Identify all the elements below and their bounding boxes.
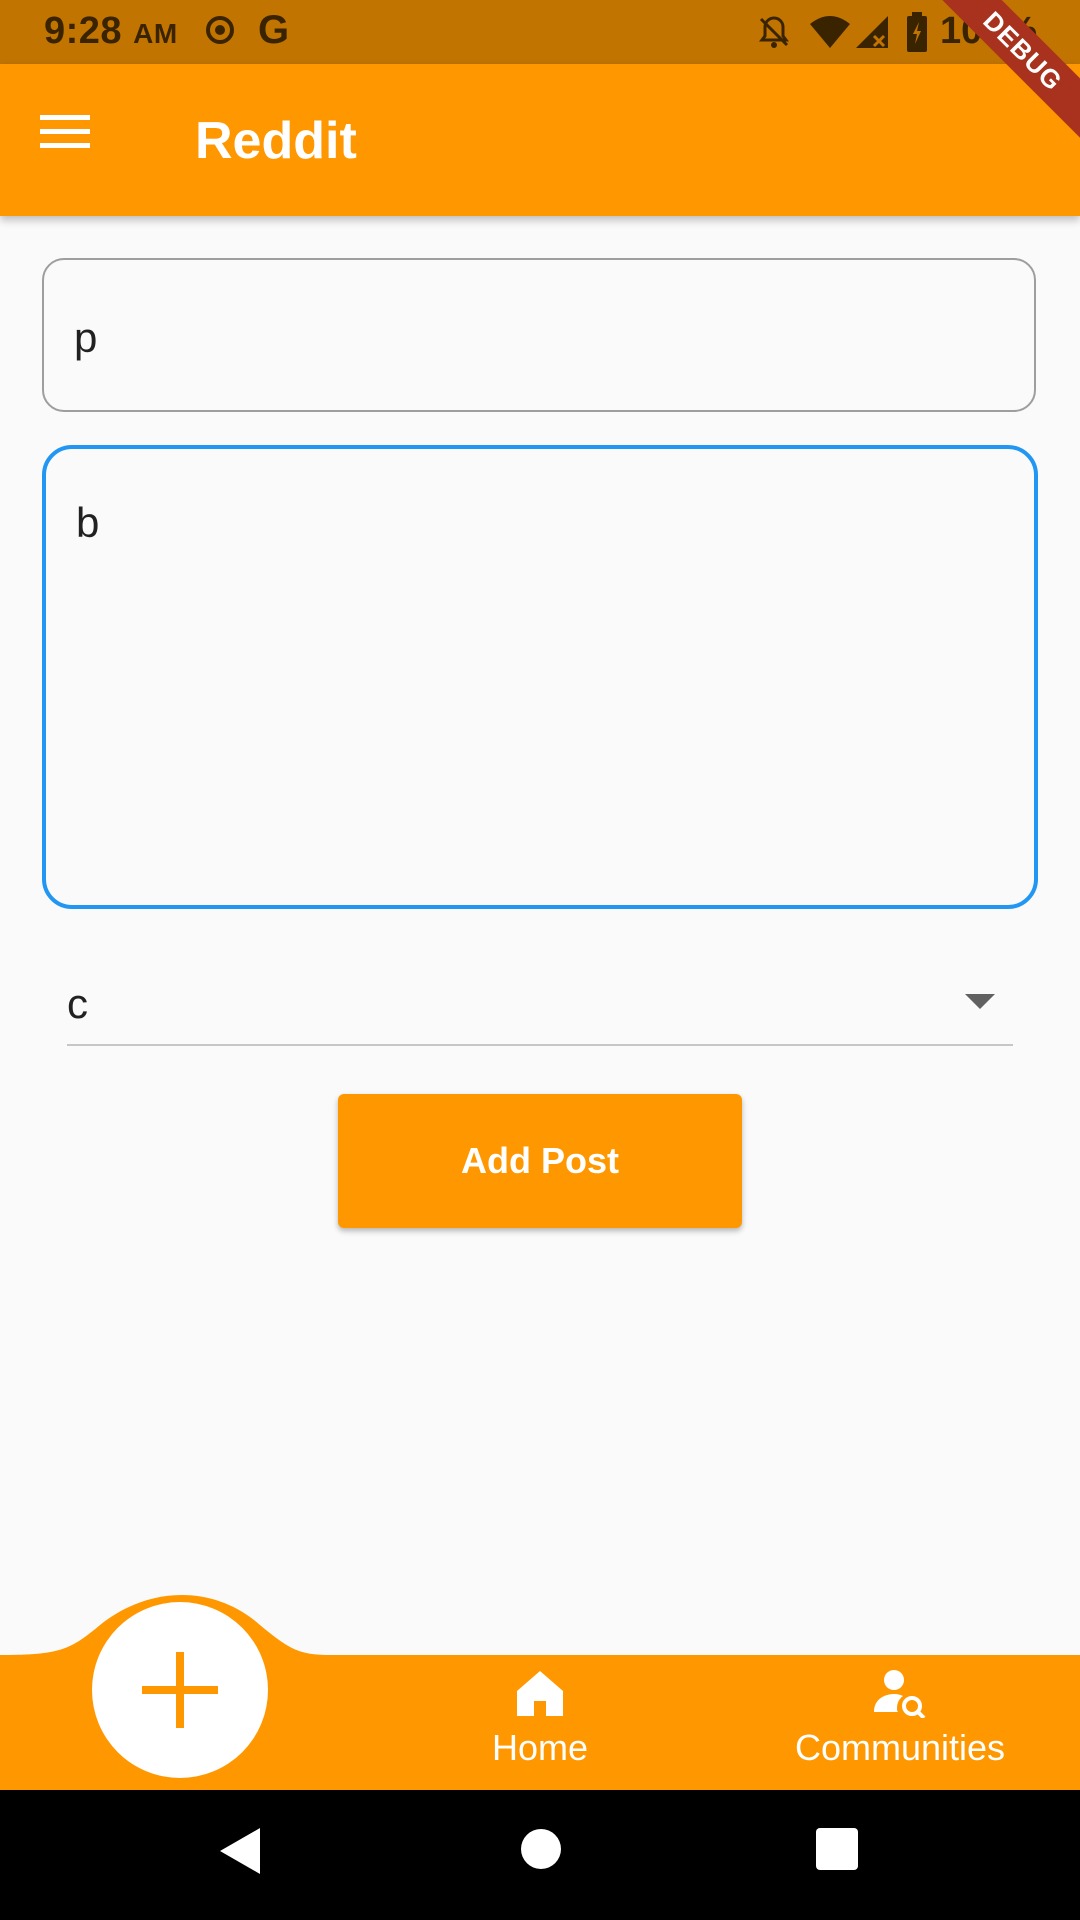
post-body-value: b (76, 499, 100, 546)
nav-communities[interactable]: Communities (760, 1668, 1040, 1769)
home-circle-button[interactable] (520, 1828, 562, 1875)
add-post-button[interactable]: Add Post (338, 1094, 742, 1228)
community-dropdown-value: c (67, 980, 88, 1027)
post-title-field[interactable]: p (42, 258, 1036, 412)
home-icon (515, 1671, 565, 1722)
hamburger-menu-icon (40, 115, 92, 156)
menu-button[interactable] (40, 112, 110, 168)
system-navigation-bar (0, 1790, 1080, 1920)
dropdown-arrow-icon (965, 994, 995, 1015)
add-post-fab[interactable] (92, 1602, 268, 1778)
wifi-icon (808, 14, 852, 55)
nav-communities-label: Communities (794, 1727, 1006, 1768)
status-time: 9:28 AM (44, 10, 178, 52)
notifications-off-icon (756, 14, 792, 55)
status-bar: 9:28 AM G 100% (0, 0, 1080, 64)
post-body-field[interactable]: b (42, 445, 1038, 909)
back-button[interactable] (218, 1826, 262, 1881)
signal-icon (852, 14, 892, 55)
nav-home-label: Home (491, 1727, 589, 1768)
app-title: Reddit (195, 112, 357, 170)
location-icon (204, 14, 236, 51)
nav-home[interactable]: Home (450, 1668, 630, 1769)
app-bar: Reddit (0, 64, 1080, 216)
community-dropdown[interactable]: c (67, 960, 1013, 1046)
post-title-value: p (74, 314, 98, 361)
battery-charging-icon (906, 12, 928, 57)
person-search-icon (872, 1670, 928, 1722)
google-icon: G (258, 8, 290, 52)
recents-button[interactable] (816, 1828, 858, 1875)
